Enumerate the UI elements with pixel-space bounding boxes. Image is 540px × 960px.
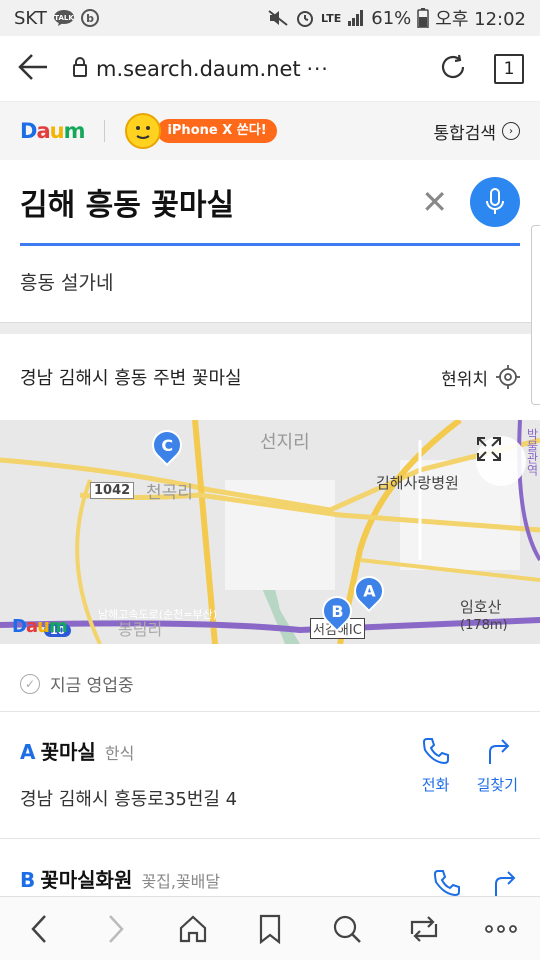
emoji-face-icon [125,113,162,149]
result-item[interactable]: A 꽃마실 한식 경남 김해시 흥동로35번길 4 전화 길찾기 [0,736,540,811]
back-icon[interactable] [14,904,64,954]
directions-icon [495,871,516,896]
directions-button[interactable]: 길찾기 [477,736,518,795]
expand-icon [477,437,501,461]
result-letter: A [20,740,36,764]
browser-url-bar: m.search.daum.net ··· 1 [0,36,540,102]
call-label: 전화 [421,776,450,794]
search-input[interactable] [20,184,400,219]
mic-button[interactable] [470,176,520,227]
map-label-mountain-height: (178m) [460,618,508,633]
browser-bottom-nav [0,896,540,960]
alarm-icon [295,8,315,28]
map-title: 경남 김해시 흥동 주변 꽃마실 [20,368,242,389]
promo-text: iPhone X 쏜다! [157,119,277,143]
clear-icon[interactable]: ✕ [421,186,448,218]
microphone-icon [486,187,504,214]
directions-button[interactable] [488,868,518,898]
map-label-road-1042: 1042 [90,482,135,499]
result-actions [432,868,518,898]
promo-banner[interactable]: iPhone X 쏜다! [125,113,277,149]
crosshair-icon [496,365,520,389]
signal-icon [347,10,365,26]
result-letter: B [20,868,36,892]
carrier-label: SKT [14,7,47,29]
svg-text:TALK: TALK [54,14,74,22]
clock: 오후 12:02 [435,9,526,30]
phone-icon [433,870,460,897]
open-now-filter[interactable]: ✓ 지금 영업중 [0,656,540,712]
section-divider [0,322,540,334]
bookmark-icon[interactable] [245,904,295,954]
map-label-cheongokri: 천곡리 [146,483,193,503]
forward-icon[interactable] [91,904,141,954]
search-box: ✕ [20,160,520,246]
url-more[interactable]: ··· [307,57,329,81]
call-button[interactable]: 전화 [421,736,451,795]
mute-icon [267,9,289,27]
result-item[interactable]: B 꽃마실화원 꽃집,꽃배달 [0,864,540,897]
result-name[interactable]: 꽃마실화원 [40,868,132,892]
search-icon[interactable] [322,904,372,954]
home-icon[interactable] [168,904,218,954]
battery-icon [417,8,430,28]
current-location-button[interactable]: 현위치 [441,365,520,390]
status-bar: SKT TALK b LTE 61% 오후 12:02 [0,0,540,36]
battery-percent: 61% [371,7,412,29]
check-icon: ✓ [20,673,40,694]
open-now-label: 지금 영업중 [50,676,134,696]
b-app-icon: b [80,9,99,27]
map-label-area: 봉림리 [118,620,163,639]
integrated-search-label: 통합검색 [433,123,496,144]
daum-logo[interactable]: Daum [20,119,85,143]
map-label-mountain: 임호산 [460,598,502,616]
map-label-seonjiri: 선지리 [260,432,310,453]
daum-header: Daum iPhone X 쏜다! 통합검색 › [0,102,540,160]
network-label: LTE [321,11,342,25]
phone-icon [422,738,449,765]
directions-label: 길찾기 [476,776,518,794]
result-actions: 전화 길찾기 [421,736,518,795]
url-text[interactable]: m.search.daum.net [96,57,301,81]
more-icon[interactable] [476,904,526,954]
directions-icon [489,739,510,764]
reload-icon[interactable] [438,52,468,86]
map-label-station: 박물관역 [525,428,539,476]
back-arrow-icon[interactable] [16,52,50,86]
result-divider [0,838,540,839]
talk-icon: TALK [53,9,75,27]
svg-text:b: b [86,12,94,25]
expand-map-button[interactable] [476,436,526,486]
search-suggestion[interactable]: 흥동 설가네 [20,268,113,295]
map-view[interactable]: 선지리 천곡리 김해사랑병원 임호산 (178m) 1042 남해고속도로(순천… [0,420,540,644]
current-location-label: 현위치 [441,369,488,390]
divider [104,120,106,142]
result-name[interactable]: 꽃마실 [41,740,96,764]
result-category: 꽃집,꽃배달 [141,872,221,891]
integrated-search-link[interactable]: 통합검색 › [433,119,520,144]
map-daum-logo: Daum [12,616,68,637]
result-category: 한식 [104,744,135,763]
call-button[interactable] [432,868,462,898]
tab-count-button[interactable]: 1 [494,53,524,84]
chevron-right-icon: › [502,122,520,140]
map-label-hospital: 김해사랑병원 [376,474,459,492]
lock-icon [72,56,88,81]
map-header: 경남 김해시 흥동 주변 꽃마실 현위치 [0,334,540,420]
tabs-icon[interactable] [399,904,449,954]
